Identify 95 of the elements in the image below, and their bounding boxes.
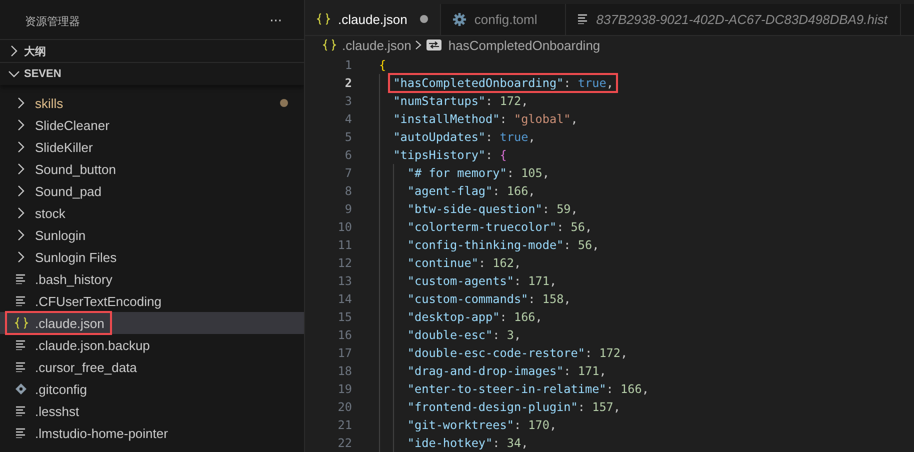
more-actions-button[interactable]: ··· bbox=[268, 14, 284, 29]
code-line: "hasCompletedOnboarding": true, bbox=[352, 74, 616, 92]
line-number: 9 bbox=[344, 202, 352, 216]
file-item[interactable]: .bash_history bbox=[0, 268, 304, 290]
chevron-right-icon bbox=[17, 119, 25, 131]
line-number: 8 bbox=[344, 184, 352, 198]
line-number: 5 bbox=[344, 130, 352, 144]
code-line: "desktop-app": 166, bbox=[352, 308, 542, 326]
lines-icon bbox=[16, 428, 26, 438]
chevron-right-icon bbox=[17, 163, 25, 175]
section-header[interactable]: 大纲 bbox=[0, 39, 304, 62]
line-number: 21 bbox=[336, 418, 352, 432]
gear-icon bbox=[453, 12, 466, 26]
code-line: "ide-hotkey": 34, bbox=[352, 434, 528, 452]
code-line: "tipsHistory": { bbox=[352, 146, 507, 164]
code-line: "btw-side-question": 59, bbox=[352, 200, 578, 218]
line-number: 3 bbox=[344, 94, 352, 108]
file-item[interactable]: .CFUserTextEncoding bbox=[0, 290, 304, 312]
line-number: 22 bbox=[336, 436, 352, 450]
chevron-down-icon bbox=[8, 70, 20, 78]
line-number: 16 bbox=[336, 328, 352, 342]
code-line: "numStartups": 172, bbox=[352, 92, 528, 110]
file-item[interactable]: .claude.json bbox=[0, 312, 304, 334]
code-line: "custom-commands": 158, bbox=[352, 290, 571, 308]
code-line: "config-thinking-mode": 56, bbox=[352, 236, 600, 254]
folder-item[interactable]: SlideKiller bbox=[0, 136, 304, 158]
code-line: "git-worktrees": 170, bbox=[352, 416, 557, 434]
line-number: 13 bbox=[336, 274, 352, 288]
code-line: "autoUpdates": true, bbox=[352, 128, 536, 146]
folder-item[interactable]: stock bbox=[0, 202, 304, 224]
file-item[interactable]: .lmstudio-home-pointer bbox=[0, 422, 304, 444]
line-number: 6 bbox=[344, 148, 352, 162]
folder-item[interactable]: Sound_button bbox=[0, 158, 304, 180]
lines-icon bbox=[16, 296, 26, 306]
code-line: "colorterm-truecolor": 56, bbox=[352, 218, 592, 236]
braces-icon bbox=[14, 317, 28, 329]
braces-icon bbox=[323, 39, 336, 52]
line-number: 10 bbox=[336, 220, 352, 234]
folder-item[interactable]: Sound_pad bbox=[0, 180, 304, 202]
file-item[interactable]: .lesshst bbox=[0, 400, 304, 422]
code-line: "frontend-design-plugin": 157, bbox=[352, 398, 621, 416]
line-number: 4 bbox=[344, 112, 352, 126]
line-number: 14 bbox=[336, 292, 352, 306]
line-number: 20 bbox=[336, 400, 352, 414]
lines-icon bbox=[16, 362, 26, 372]
code-line: "# for memory": 105, bbox=[352, 164, 550, 182]
lines-icon bbox=[16, 340, 26, 350]
line-number: 11 bbox=[336, 238, 352, 252]
line-number: 2 bbox=[344, 76, 352, 90]
file-item[interactable]: .gitconfig bbox=[0, 378, 304, 400]
code-line: { bbox=[378, 57, 386, 74]
line-number: 15 bbox=[336, 310, 352, 324]
code-line: "enter-to-steer-in-relatime": 166, bbox=[352, 380, 649, 398]
editor-tab[interactable]: .claude.json bbox=[305, 4, 442, 35]
line-number: 1 bbox=[344, 58, 352, 72]
chevron-right-icon bbox=[10, 45, 18, 57]
chevron-right-icon bbox=[17, 97, 25, 109]
chevron-right-icon bbox=[17, 229, 25, 241]
code-line: "drag-and-drop-images": 171, bbox=[352, 362, 606, 380]
code-line: "custom-agents": 171, bbox=[352, 272, 557, 290]
line-number: 12 bbox=[336, 256, 352, 270]
code-line: "agent-flag": 166, bbox=[352, 182, 536, 200]
lines-icon bbox=[16, 274, 26, 284]
folder-item[interactable]: Sunlogin bbox=[0, 224, 304, 246]
lines-icon bbox=[578, 14, 588, 24]
code-line: "installMethod": "global", bbox=[352, 110, 578, 128]
modified-dot bbox=[280, 99, 288, 107]
diamond-icon bbox=[15, 383, 27, 395]
editor-tab[interactable]: config.toml bbox=[441, 4, 566, 35]
line-number: 18 bbox=[336, 364, 352, 378]
file-item[interactable]: .cursor_free_data bbox=[0, 356, 304, 378]
property-icon bbox=[426, 39, 442, 52]
folder-item[interactable]: Sunlogin Files bbox=[0, 246, 304, 268]
file-item[interactable]: .claude.json.backup bbox=[0, 334, 304, 356]
code-line: "continue": 162, bbox=[352, 254, 522, 272]
code-line: "double-esc": 3, bbox=[352, 326, 522, 344]
chevron-right-icon bbox=[17, 207, 25, 219]
chevron-right-icon bbox=[415, 40, 422, 50]
breadcrumb-item[interactable]: hasCompletedOnboarding bbox=[426, 38, 600, 53]
explorer-title: 资源管理器 bbox=[25, 15, 80, 29]
line-number: 19 bbox=[336, 382, 352, 396]
chevron-right-icon bbox=[17, 251, 25, 263]
code-line: "double-esc-code-restore": 172, bbox=[352, 344, 628, 362]
chevron-right-icon bbox=[17, 185, 25, 197]
lines-icon bbox=[16, 406, 26, 416]
editor-tab[interactable]: 837B2938-9021-402D-AC67-DC83D498DBA9.hist bbox=[566, 4, 900, 35]
chevron-right-icon bbox=[17, 141, 25, 153]
line-number: 7 bbox=[344, 166, 352, 180]
braces-icon bbox=[317, 13, 330, 26]
section-header[interactable]: SEVEN bbox=[0, 62, 304, 85]
unsaved-dot-icon bbox=[420, 15, 428, 24]
folder-item[interactable]: SlideCleaner bbox=[0, 114, 304, 136]
line-number: 17 bbox=[336, 346, 352, 360]
folder-item[interactable]: skills bbox=[0, 92, 304, 114]
breadcrumb-item[interactable]: .claude.json bbox=[323, 38, 412, 53]
